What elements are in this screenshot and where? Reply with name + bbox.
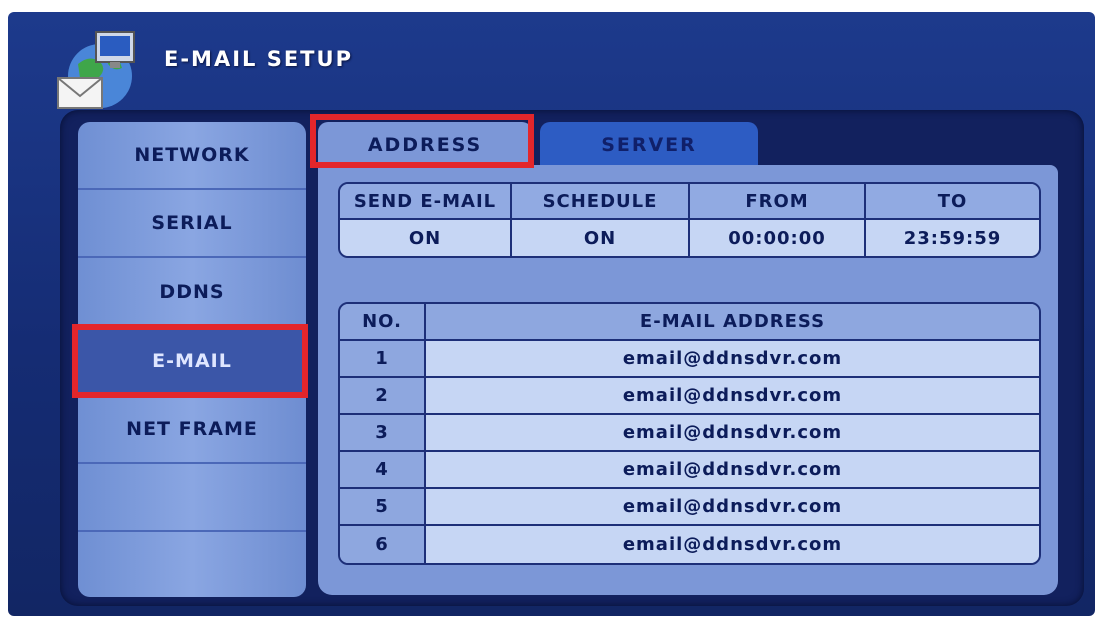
email-address-field[interactable]: email@ddnsdvr.com: [426, 415, 1039, 452]
row-number: 5: [340, 489, 426, 526]
sidebar-item-ddns[interactable]: DDNS: [78, 258, 306, 328]
tab-address[interactable]: ADDRESS: [318, 122, 532, 168]
row-number: 1: [340, 341, 426, 378]
window-title: E-MAIL SETUP: [164, 47, 353, 71]
from-header: FROM: [690, 184, 866, 220]
send-email-value[interactable]: ON: [340, 220, 512, 256]
email-address-field[interactable]: email@ddnsdvr.com: [426, 526, 1039, 563]
sidebar-item-net-frame[interactable]: NET FRAME: [78, 396, 306, 464]
sidebar-item-empty-2[interactable]: [78, 532, 306, 597]
row-number: 2: [340, 378, 426, 415]
row-number: 4: [340, 452, 426, 489]
from-time-value[interactable]: 00:00:00: [690, 220, 866, 256]
schedule-header: SCHEDULE: [512, 184, 690, 220]
email-address-table: NO. E-MAIL ADDRESS 1 email@ddnsdvr.com 2…: [338, 302, 1041, 565]
schedule-value[interactable]: ON: [512, 220, 690, 256]
email-address-field[interactable]: email@ddnsdvr.com: [426, 452, 1039, 489]
schedule-table: SEND E-MAIL SCHEDULE FROM TO ON ON 00:00…: [338, 182, 1041, 258]
email-address-header: E-MAIL ADDRESS: [426, 304, 1039, 341]
to-time-value[interactable]: 23:59:59: [866, 220, 1039, 256]
to-header: TO: [866, 184, 1039, 220]
send-email-header: SEND E-MAIL: [340, 184, 512, 220]
email-address-field[interactable]: email@ddnsdvr.com: [426, 378, 1039, 415]
email-address-field[interactable]: email@ddnsdvr.com: [426, 341, 1039, 378]
email-setup-icon: [57, 31, 135, 109]
sidebar-item-network[interactable]: NETWORK: [78, 122, 306, 190]
sidebar-item-empty-1[interactable]: [78, 464, 306, 532]
number-header: NO.: [340, 304, 426, 341]
tab-server[interactable]: SERVER: [540, 122, 758, 168]
row-number: 6: [340, 526, 426, 563]
row-number: 3: [340, 415, 426, 452]
sidebar-item-serial[interactable]: SERIAL: [78, 190, 306, 258]
sidebar-item-email[interactable]: E-MAIL: [78, 328, 306, 396]
email-address-field[interactable]: email@ddnsdvr.com: [426, 489, 1039, 526]
sidebar: NETWORK SERIAL DDNS E-MAIL NET FRAME: [78, 122, 306, 597]
